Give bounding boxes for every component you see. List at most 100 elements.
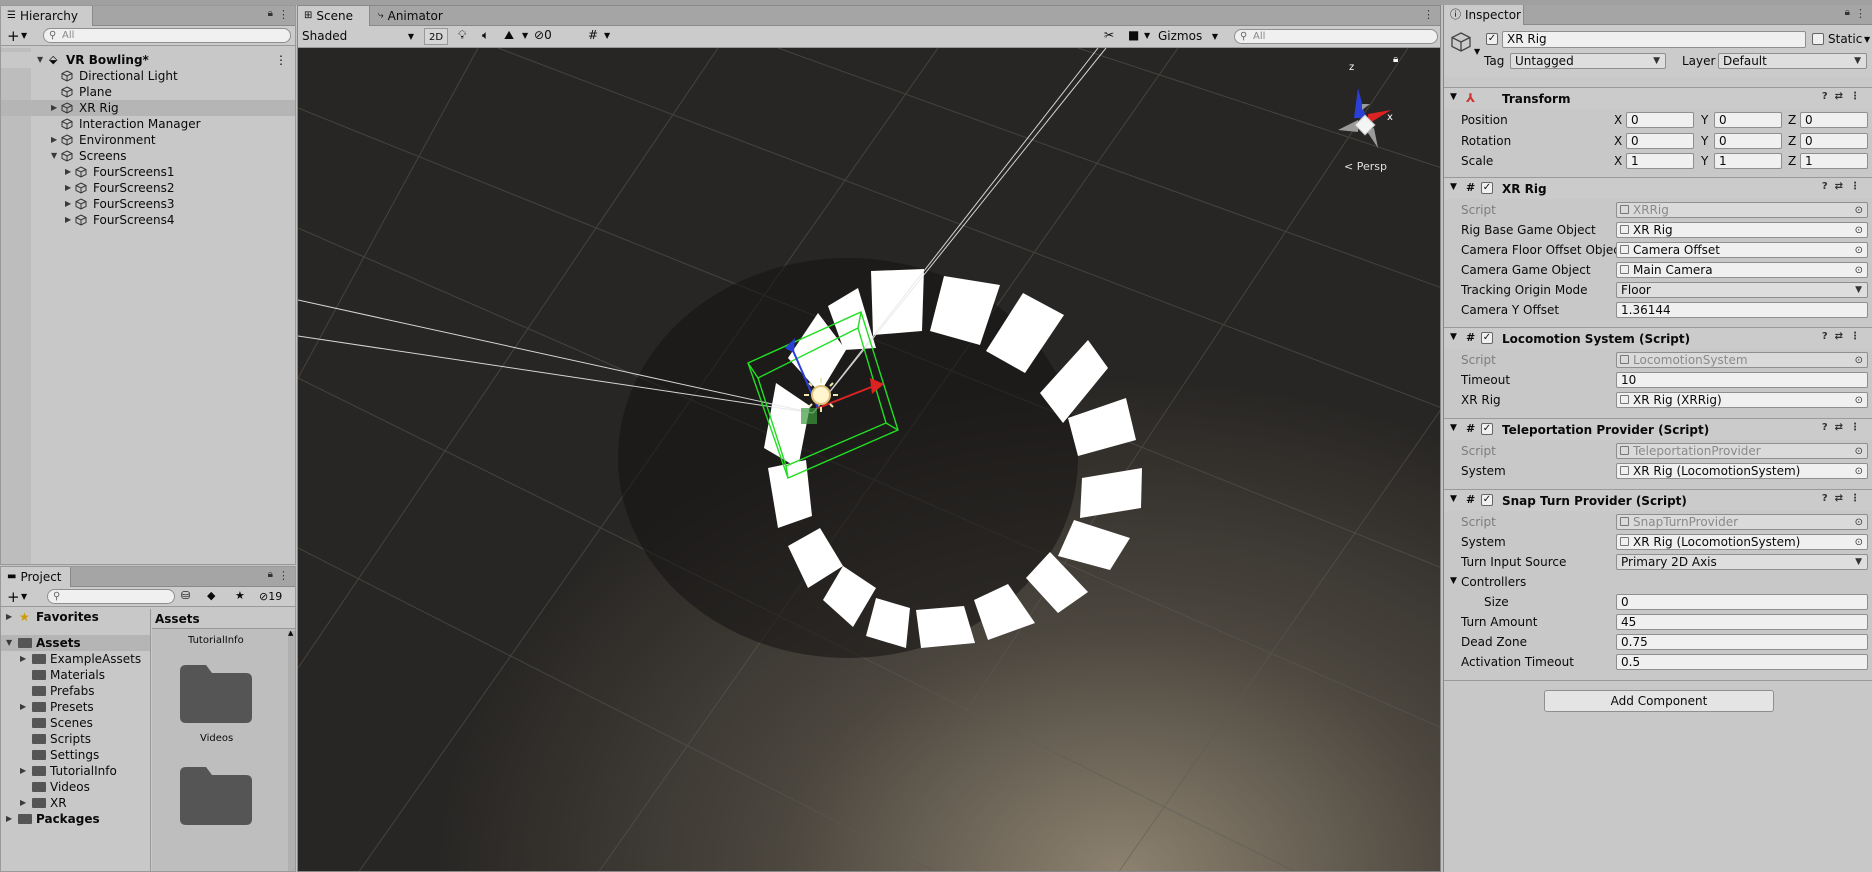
object-picker-icon[interactable]: ⊙ [1855, 224, 1863, 237]
tab-hierarchy[interactable]: ☰ Hierarchy [1, 6, 93, 26]
rotation-z-field[interactable]: 0 [1800, 133, 1868, 149]
teleport-component-header[interactable]: ▼ # ✓ Teleportation Provider (Script) ?⇄… [1444, 418, 1872, 440]
system-field[interactable]: XR Rig (LocomotionSystem) ⊙ [1616, 534, 1868, 550]
scrollbar[interactable]: ▲ [288, 629, 295, 871]
scene-root-row[interactable]: ▼ ⬙ VR Bowling* ⋮ [1, 52, 295, 68]
chevron-down-icon[interactable]: ▼ [1864, 35, 1870, 44]
turn-amount-field[interactable]: 45 [1616, 614, 1868, 630]
lock-glyph[interactable]: 🔒︎ [1393, 54, 1398, 65]
scene-menu-icon[interactable]: ⋮ [275, 52, 287, 68]
chevron-down-icon[interactable]: ▼ [1144, 31, 1150, 40]
foldout-arrow-icon[interactable]: ▼ [1450, 494, 1457, 504]
project-folder-row[interactable]: Scenes [1, 715, 150, 731]
lock-icon[interactable]: 🔒︎ [268, 8, 273, 19]
foldout-arrow-icon[interactable]: ▼ [1450, 92, 1457, 102]
project-folder-row[interactable]: Materials [1, 667, 150, 683]
camera-y-offset-field[interactable]: 1.36144 [1616, 302, 1868, 318]
expand-arrow-icon[interactable]: ▶ [6, 811, 12, 827]
tab-project[interactable]: ▬ Project [1, 567, 71, 587]
tab-scene[interactable]: ⊞ Scene [298, 6, 370, 26]
lock-icon[interactable]: 🔒︎ [1845, 7, 1850, 18]
grid-snap-icon[interactable]: # [588, 28, 598, 42]
expand-arrow-icon[interactable]: ▶ [20, 651, 26, 667]
lock-icon[interactable]: 🔒︎ [268, 569, 273, 580]
project-folder-row[interactable]: Scripts [1, 731, 150, 747]
tab-animator[interactable]: ⤷ Animator [372, 6, 452, 26]
audio-icon[interactable]: 🔈︎ [482, 28, 489, 43]
component-actions[interactable]: ?⇄⋮ [1822, 91, 1867, 102]
foldout-arrow-icon[interactable]: ▼ [1450, 576, 1457, 586]
chevron-down-icon[interactable]: ▼ [1474, 47, 1480, 56]
project-search-input[interactable]: ⚲ [47, 589, 175, 604]
more-menu-icon[interactable]: ⋮ [1423, 8, 1434, 21]
object-picker-icon[interactable]: ⊙ [1855, 465, 1863, 478]
rig-base-field[interactable]: XR Rig ⊙ [1616, 222, 1868, 238]
dead-zone-field[interactable]: 0.75 [1616, 634, 1868, 650]
hierarchy-item[interactable]: ▶ FourScreens4 [1, 212, 295, 228]
expand-arrow-icon[interactable]: ▶ [65, 180, 71, 196]
projection-label[interactable]: < Persp [1344, 160, 1387, 173]
expand-arrow-icon[interactable]: ▼ [51, 148, 57, 164]
folder-asset-xr[interactable] [180, 767, 252, 825]
hierarchy-item[interactable]: ▼ Screens [1, 148, 295, 164]
position-x-field[interactable]: 0 [1626, 112, 1694, 128]
component-actions[interactable]: ?⇄⋮ [1822, 331, 1867, 342]
chevron-down-icon[interactable]: ▼ [21, 31, 27, 40]
hierarchy-item[interactable]: ▶ Environment [1, 132, 295, 148]
static-checkbox[interactable] [1812, 33, 1824, 45]
turn-input-dropdown[interactable]: Primary 2D Axis ▼ [1616, 554, 1868, 570]
hierarchy-item[interactable]: ▶ FourScreens1 [1, 164, 295, 180]
tag-dropdown[interactable]: Untagged ▼ [1510, 53, 1666, 69]
xr-rig-ref-field[interactable]: XR Rig (XRRig) ⊙ [1616, 392, 1868, 408]
tools-icon[interactable]: ✂ [1104, 28, 1114, 42]
object-picker-icon[interactable]: ⊙ [1855, 394, 1863, 407]
assets-root-row[interactable]: ▼ Assets [1, 635, 150, 651]
transform-header[interactable]: ▼ ⅄ Transform ?⇄⋮ [1444, 87, 1872, 109]
object-picker-icon[interactable]: ⊙ [1855, 244, 1863, 257]
floor-offset-field[interactable]: Camera Offset ⊙ [1616, 242, 1868, 258]
folder-asset-videos[interactable] [180, 665, 252, 723]
tracking-origin-dropdown[interactable]: Floor ▼ [1616, 282, 1868, 298]
project-folder-row[interactable]: ▶ XR [1, 795, 150, 811]
add-component-button[interactable]: Add Component [1544, 690, 1774, 712]
foldout-arrow-icon[interactable]: ▼ [1450, 332, 1457, 342]
camera-object-field[interactable]: Main Camera ⊙ [1616, 262, 1868, 278]
add-icon[interactable]: + [7, 588, 20, 606]
expand-arrow-icon[interactable]: ▶ [65, 212, 71, 228]
active-checkbox[interactable]: ✓ [1486, 33, 1498, 45]
more-menu-icon[interactable]: ⋮ [1855, 7, 1866, 20]
object-picker-icon[interactable]: ⊙ [1855, 264, 1863, 277]
hidden-packages-toggle[interactable]: ⊘19 [259, 590, 282, 603]
component-enabled-checkbox[interactable]: ✓ [1481, 494, 1493, 506]
scale-z-field[interactable]: 1 [1800, 153, 1868, 169]
component-enabled-checkbox[interactable]: ✓ [1481, 182, 1493, 194]
component-actions[interactable]: ?⇄⋮ [1822, 493, 1867, 504]
scroll-up-icon[interactable]: ▲ [288, 629, 293, 637]
foldout-arrow-icon[interactable]: ▼ [1450, 182, 1457, 192]
hierarchy-item[interactable]: ▶ FourScreens3 [1, 196, 295, 212]
hierarchy-item[interactable]: Directional Light [1, 68, 295, 84]
label-icon[interactable]: ◆ [207, 589, 215, 602]
project-folder-row[interactable]: Prefabs [1, 683, 150, 699]
position-z-field[interactable]: 0 [1800, 112, 1868, 128]
star-icon[interactable]: ★ [235, 589, 245, 602]
object-picker-icon[interactable]: ⊙ [1855, 536, 1863, 549]
rotation-y-field[interactable]: 0 [1714, 133, 1782, 149]
scene-search-input[interactable]: ⚲ All [1234, 29, 1438, 44]
scene-viewport[interactable]: z x 🔒︎ < Persp [298, 48, 1440, 871]
expand-arrow-icon[interactable]: ▶ [20, 699, 26, 715]
component-actions[interactable]: ?⇄⋮ [1822, 181, 1867, 192]
hierarchy-item-selected[interactable]: ▶ XR Rig [1, 100, 295, 116]
expand-arrow-icon[interactable]: ▼ [37, 52, 43, 68]
expand-arrow-icon[interactable]: ▶ [51, 100, 57, 116]
component-enabled-checkbox[interactable]: ✓ [1481, 423, 1493, 435]
scale-y-field[interactable]: 1 [1714, 153, 1782, 169]
expand-arrow-icon[interactable]: ▶ [65, 164, 71, 180]
system-field[interactable]: XR Rig (LocomotionSystem) ⊙ [1616, 463, 1868, 479]
filter-type-icon[interactable]: ⛁ [181, 589, 190, 602]
packages-row[interactable]: ▶ Packages [1, 811, 150, 827]
activation-timeout-field[interactable]: 0.5 [1616, 654, 1868, 670]
locomotion-component-header[interactable]: ▼ # ✓ Locomotion System (Script) ?⇄⋮ [1444, 327, 1872, 349]
hidden-objects-toggle[interactable]: ⊘0 [534, 28, 552, 42]
chevron-down-icon[interactable]: ▼ [522, 31, 528, 40]
